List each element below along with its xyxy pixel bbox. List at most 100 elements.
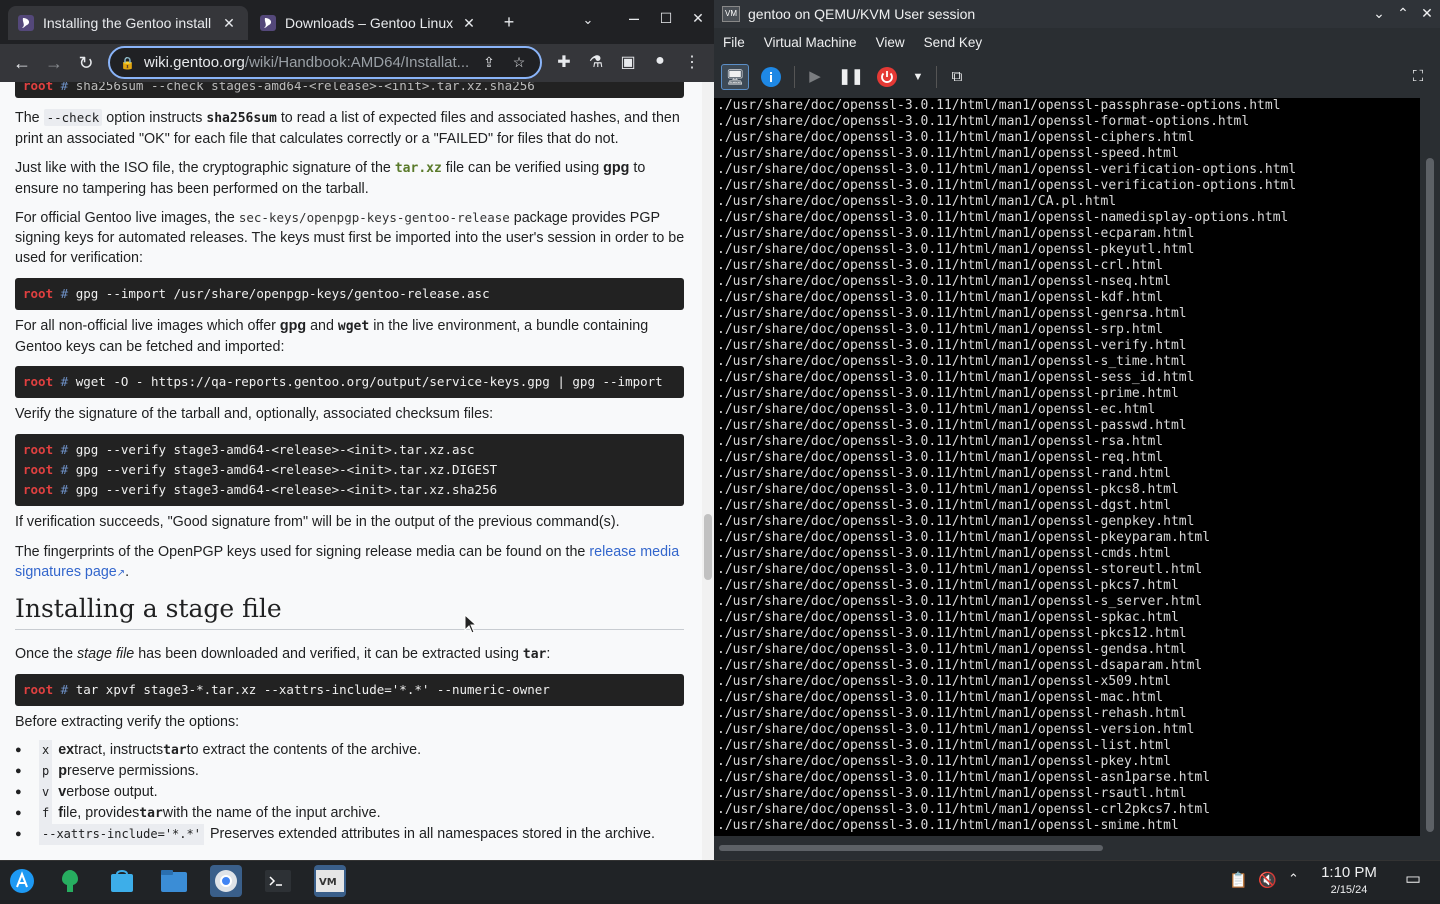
menu-virtual-machine[interactable]: Virtual Machine xyxy=(764,35,857,50)
vm-minimize-icon[interactable]: ⌄ xyxy=(1370,5,1388,22)
discover-store-icon[interactable] xyxy=(106,865,138,897)
list-item: ● --xattrs-include='*.*' Preserves extende… xyxy=(15,824,685,845)
terminal-line: ./usr/share/doc/openssl-3.0.11/html/man1… xyxy=(717,658,1203,673)
new-tab-button[interactable]: + xyxy=(497,12,521,33)
list-item: ● x ex tract, instructs tar to extract the … xyxy=(15,740,685,761)
vm-menubar: File Virtual Machine View Send Key xyxy=(714,28,1440,56)
terminal-line: ./usr/share/doc/openssl-3.0.11/html/man1… xyxy=(717,434,1164,449)
forward-icon[interactable]: → xyxy=(40,49,68,77)
browser-window: Installing the Gentoo install ✕ Download… xyxy=(0,0,714,860)
paragraph-check: The --check option instructs sha256sum t… xyxy=(15,109,680,147)
virt-manager-taskbar-icon[interactable]: VM xyxy=(314,865,346,897)
profile-avatar-icon[interactable]: ● xyxy=(648,52,672,74)
terminal-line: ./usr/share/doc/openssl-3.0.11/html/man1… xyxy=(717,610,1179,625)
back-icon[interactable]: ← xyxy=(8,49,36,77)
power-menu-chevron-icon[interactable]: ▼ xyxy=(904,64,932,90)
tab-title: Downloads – Gentoo Linux xyxy=(285,15,454,31)
address-bar[interactable]: 🔒 wiki.gentoo.org/wiki/Handbook:AMD64/In… xyxy=(108,46,542,79)
terminal-line: ./usr/share/doc/openssl-3.0.11/html/man1… xyxy=(717,370,1195,385)
share-icon[interactable]: ⇪ xyxy=(478,54,500,71)
tab-search-chevron-icon[interactable]: ⌄ xyxy=(576,12,600,28)
details-info-icon[interactable] xyxy=(757,64,785,90)
list-item: ● v v erbose output. xyxy=(15,782,685,803)
maximize-icon[interactable]: ☐ xyxy=(654,10,678,27)
terminal-line: ./usr/share/doc/openssl-3.0.11/html/man1… xyxy=(717,418,1187,433)
terminal-line: ./usr/share/doc/openssl-3.0.11/html/man1… xyxy=(717,130,1195,145)
side-panel-icon[interactable]: ▣ xyxy=(616,52,640,74)
reload-icon[interactable]: ↻ xyxy=(72,49,100,77)
code-block-wget: root # wget -O - https://qa-reports.gent… xyxy=(15,366,684,398)
chrome-browser-icon[interactable] xyxy=(210,865,242,897)
tab-gentoo-handbook[interactable]: Installing the Gentoo install ✕ xyxy=(8,6,248,40)
terminal-line: ./usr/share/doc/openssl-3.0.11/html/man1… xyxy=(717,498,1171,513)
close-window-icon[interactable]: ✕ xyxy=(686,10,710,27)
run-play-icon[interactable]: ▶ xyxy=(801,64,829,90)
tab-close-icon[interactable]: ✕ xyxy=(220,15,238,32)
terminal-line: ./usr/share/doc/openssl-3.0.11/html/man1… xyxy=(717,642,1187,657)
package-link[interactable]: sec-keys/openpgp-keys-gentoo-release xyxy=(239,210,510,225)
taskbar: VM 📋 🔇 ⌃ 1:10 PM 2/15/24 ▭ xyxy=(0,860,1440,900)
url-path: /wiki/Handbook:AMD64/Installat... xyxy=(244,54,470,71)
extensions-puzzle-icon[interactable]: ✚ xyxy=(552,52,576,74)
virt-manager-window: VM gentoo on QEMU/KVM User session ⌄ ⌃ ✕… xyxy=(714,0,1440,860)
show-desktop-icon[interactable]: ▭ xyxy=(1405,869,1421,889)
code-block-verify: root # gpg --verify stage3-amd64-<releas… xyxy=(15,434,684,506)
vm-console-terminal[interactable]: ./usr/share/doc/openssl-3.0.11/html/man1… xyxy=(714,98,1420,836)
terminal-konsole-icon[interactable] xyxy=(262,865,294,897)
paragraph-extract: Once the stage file has been downloaded … xyxy=(15,646,551,662)
fullscreen-icon[interactable]: ⛶ xyxy=(1404,64,1432,90)
terminal-line: ./usr/share/doc/openssl-3.0.11/html/man1… xyxy=(717,738,1171,753)
system-settings-icon[interactable] xyxy=(54,865,86,897)
power-icon[interactable] xyxy=(873,64,901,90)
terminal-line: ./usr/share/doc/openssl-3.0.11/html/man1… xyxy=(717,114,1250,129)
file-manager-icon[interactable] xyxy=(158,865,190,897)
paragraph-verify: Verify the signature of the tarball and,… xyxy=(15,406,494,422)
tab-gentoo-downloads[interactable]: Downloads – Gentoo Linux ✕ xyxy=(250,6,488,40)
page-scrollbar[interactable] xyxy=(702,82,714,860)
menu-view[interactable]: View xyxy=(876,35,905,50)
menu-kebab-icon[interactable]: ⋮ xyxy=(680,52,704,74)
terminal-line: ./usr/share/doc/openssl-3.0.11/html/man1… xyxy=(717,674,1171,689)
menu-send-key[interactable]: Send Key xyxy=(924,35,983,50)
terminal-line: ./usr/share/doc/openssl-3.0.11/html/man1… xyxy=(717,290,1164,305)
pause-icon[interactable]: ❚❚ xyxy=(837,64,865,90)
labs-flask-icon[interactable]: ⚗ xyxy=(584,52,608,74)
bookmark-star-icon[interactable]: ☆ xyxy=(508,54,530,71)
terminal-line: ./usr/share/doc/openssl-3.0.11/html/man1… xyxy=(717,402,1156,417)
tab-close-icon[interactable]: ✕ xyxy=(460,15,478,32)
terminal-line: ./usr/share/doc/openssl-3.0.11/html/man1… xyxy=(717,818,1179,833)
console-view-icon[interactable]: 🖥 xyxy=(721,64,749,90)
code-block-cut: root # sha256sum --check stages-amd64-<r… xyxy=(15,82,684,98)
scrollbar-thumb[interactable] xyxy=(704,514,712,580)
console-vertical-scrollbar[interactable] xyxy=(1420,98,1440,836)
vm-close-icon[interactable]: ✕ xyxy=(1418,5,1436,22)
scrollbar-thumb[interactable] xyxy=(1426,158,1434,832)
terminal-line: ./usr/share/doc/openssl-3.0.11/html/man1… xyxy=(717,754,1171,769)
terminal-line: ./usr/share/doc/openssl-3.0.11/html/man1… xyxy=(717,146,1179,161)
section-heading: Installing a stage file xyxy=(15,594,684,630)
terminal-line: ./usr/share/doc/openssl-3.0.11/html/man1… xyxy=(717,482,1179,497)
terminal-line: ./usr/share/doc/openssl-3.0.11/html/man1… xyxy=(717,786,1187,801)
terminal-line: ./usr/share/doc/openssl-3.0.11/html/man1… xyxy=(717,514,1195,529)
snapshots-icon[interactable]: ⧉ xyxy=(943,64,971,90)
clipboard-icon[interactable]: 📋 xyxy=(1229,871,1248,889)
clock[interactable]: 1:10 PM 2/15/24 xyxy=(1312,863,1386,897)
terminal-line: ./usr/share/doc/openssl-3.0.11/html/man1… xyxy=(717,450,1164,465)
terminal-line: ./usr/share/doc/openssl-3.0.11/html/man1… xyxy=(717,466,1171,481)
scrollbar-thumb[interactable] xyxy=(719,845,1103,851)
menu-file[interactable]: File xyxy=(723,35,745,50)
console-horizontal-scrollbar[interactable] xyxy=(714,836,1420,860)
app-launcher-icon[interactable] xyxy=(6,865,38,897)
minimize-icon[interactable]: – xyxy=(622,8,646,29)
paragraph-success: If verification succeeds, "Good signatur… xyxy=(15,514,620,530)
terminal-line: ./usr/share/doc/openssl-3.0.11/html/man1… xyxy=(717,226,1195,241)
tab-bar: Installing the Gentoo install ✕ Download… xyxy=(0,0,714,44)
toolbar-divider xyxy=(794,66,795,88)
paragraph-fingerprints: The fingerprints of the OpenPGP keys use… xyxy=(15,544,680,580)
tray-expand-chevron-icon[interactable]: ⌃ xyxy=(1288,871,1299,887)
terminal-line: ./usr/share/doc/openssl-3.0.11/html/man1… xyxy=(717,210,1289,225)
vm-titlebar: VM gentoo on QEMU/KVM User session xyxy=(714,0,1440,28)
vm-maximize-icon[interactable]: ⌃ xyxy=(1394,5,1412,22)
volume-muted-icon[interactable]: 🔇 xyxy=(1258,871,1277,889)
list-item: ● p p reserve permissions. xyxy=(15,761,685,782)
